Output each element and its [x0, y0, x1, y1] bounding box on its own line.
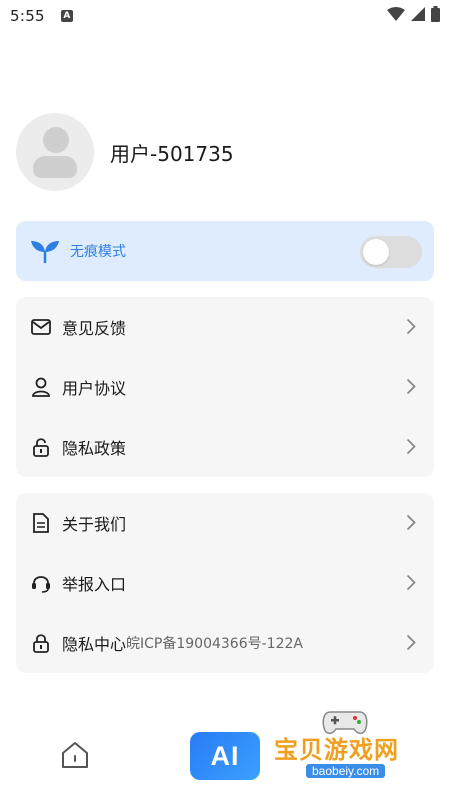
toggle-knob [363, 239, 389, 265]
profile-header[interactable]: 用户-501735 [16, 113, 234, 191]
battery-icon [431, 6, 440, 22]
menu-item-privacy-center[interactable]: 隐私中心 皖ICP备19004366号-122A [16, 613, 434, 673]
wifi-icon [387, 7, 405, 21]
menu-item-label: 用户协议 [62, 379, 127, 398]
avatar[interactable] [16, 113, 94, 191]
menu-item-report[interactable]: 举报入口 [16, 553, 434, 613]
watermark-url: baobeiy.com [306, 764, 386, 778]
lock-icon [30, 632, 52, 654]
menu-item-label: 意见反馈 [62, 319, 127, 338]
incognito-label: 无痕模式 [70, 244, 126, 260]
menu-item-user-agreement[interactable]: 用户协议 [16, 357, 434, 417]
home-icon[interactable] [60, 741, 90, 769]
watermark: 宝贝游戏网 baobeiy.com [266, 706, 436, 784]
menu-item-label: 隐私政策 [62, 439, 127, 458]
menu-item-label: 隐私中心 [62, 635, 127, 654]
chevron-right-icon [406, 438, 416, 455]
menu-item-privacy-policy[interactable]: 隐私政策 [16, 417, 434, 477]
chevron-right-icon [406, 378, 416, 395]
menu-group-2: 关于我们 举报入口 隐私中心 皖ICP备19004366号-122A [16, 493, 434, 673]
chevron-right-icon [406, 634, 416, 651]
ai-tab-button[interactable]: AI [190, 732, 260, 780]
menu-item-feedback[interactable]: 意见反馈 [16, 297, 434, 357]
menu-item-about-us[interactable]: 关于我们 [16, 493, 434, 553]
incognito-mode-row: 无痕模式 [16, 221, 434, 281]
menu-group-1: 意见反馈 用户协议 隐私政策 [16, 297, 434, 477]
notification-icon: A [60, 10, 73, 22]
menu-item-label: 关于我们 [62, 515, 127, 534]
status-bar: 5:55 A [0, 0, 450, 32]
chevron-right-icon [406, 514, 416, 531]
icp-license-text: 皖ICP备19004366号-122A [126, 636, 303, 652]
headset-icon [30, 572, 52, 594]
incognito-toggle[interactable] [360, 236, 422, 268]
document-icon [30, 512, 52, 534]
user-icon [30, 376, 52, 398]
chevron-right-icon [406, 318, 416, 335]
watermark-title: 宝贝游戏网 [274, 736, 399, 764]
lock-icon [30, 436, 52, 458]
signal-icon [411, 7, 425, 21]
status-time: 5:55 [10, 7, 45, 25]
username: 用户-501735 [110, 141, 234, 166]
menu-item-label: 举报入口 [62, 575, 127, 594]
sprout-icon [31, 241, 59, 263]
chevron-right-icon [406, 574, 416, 591]
mail-icon [30, 316, 52, 338]
